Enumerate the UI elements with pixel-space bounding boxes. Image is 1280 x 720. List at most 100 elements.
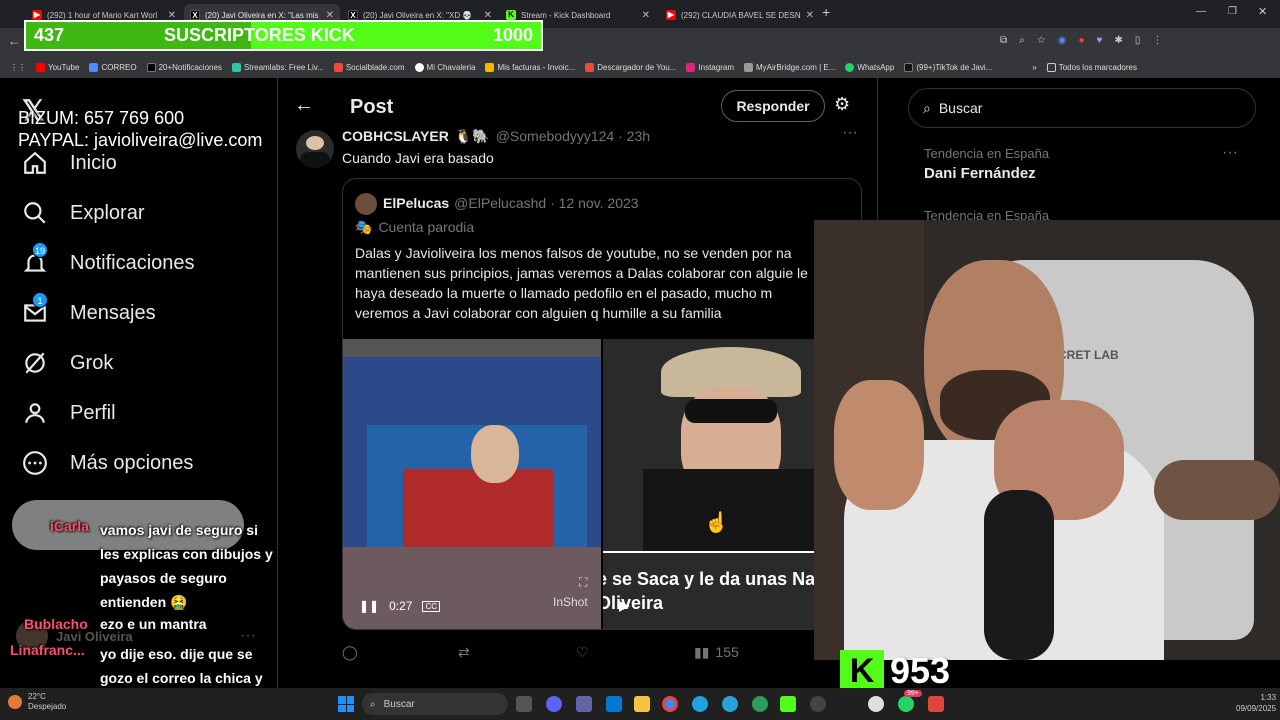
captions-icon[interactable]: CC — [422, 600, 441, 612]
install-icon[interactable]: ⧉ — [1000, 35, 1007, 49]
bookmark-label: CORREO — [101, 62, 137, 72]
nav-item-mensajes[interactable]: 1 Mensajes — [22, 292, 156, 326]
avatar[interactable] — [296, 130, 334, 168]
extension-icon[interactable]: ● — [1078, 35, 1084, 49]
bookmark[interactable]: YouTube — [36, 62, 79, 72]
file-explorer-icon[interactable] — [634, 696, 650, 712]
repost-icon[interactable]: ⇄ — [458, 644, 470, 661]
settings-sliders-icon[interactable]: ⚙ — [834, 94, 850, 115]
bookmark[interactable]: Mi Chavaleria — [414, 62, 475, 72]
bookmark[interactable]: MyAirBridge.com | E... — [743, 62, 835, 72]
bookmark[interactable]: Mis facturas - Invoic... — [485, 62, 575, 72]
extensions-icon[interactable]: ✱ — [1114, 35, 1122, 49]
bookmark[interactable]: CORREO — [89, 62, 137, 72]
reply-button[interactable]: Responder — [721, 90, 825, 122]
close-icon[interactable]: ✕ — [806, 10, 814, 21]
bookmark[interactable]: Streamlabs: Free Liv... — [231, 62, 324, 72]
task-view-icon[interactable] — [516, 696, 532, 712]
trend-item[interactable]: Tendencia en España Dani Fernández — [924, 146, 1244, 182]
bookmark[interactable]: WhatsApp — [845, 62, 894, 72]
more-icon[interactable]: ··· — [842, 124, 858, 142]
close-icon[interactable]: ✕ — [168, 10, 176, 21]
x-icon: X — [190, 10, 200, 20]
person-icon — [22, 400, 48, 426]
sidebar-icon[interactable]: ▯ — [1135, 35, 1141, 49]
telegram-icon[interactable] — [722, 696, 738, 712]
extension-icon[interactable]: ♥ — [1097, 35, 1103, 49]
app-icon[interactable] — [868, 696, 884, 712]
grok-icon — [22, 350, 48, 376]
weather-widget[interactable]: 22°C Despejado — [8, 692, 66, 712]
whatsapp-icon[interactable] — [898, 696, 914, 712]
weather-temp: 22°C — [28, 692, 46, 701]
more-icon[interactable]: ··· — [1222, 144, 1238, 162]
taskbar-clock[interactable]: 1:33 09/09/2025 — [1236, 692, 1276, 714]
windows-start-icon[interactable] — [338, 696, 354, 712]
tab-label: Stream - Kick Dashboard — [521, 10, 611, 20]
search-box[interactable]: ⌕ Buscar — [908, 88, 1256, 128]
extension-icon[interactable]: ◉ — [1058, 35, 1067, 49]
tab-label: (20) Javi Oliveira en X: "XD 💀 — [363, 10, 473, 20]
mask-icon: 🎭 — [355, 219, 373, 235]
post-header: ← Post Responder ⚙ — [278, 78, 878, 133]
obs-icon[interactable] — [810, 696, 826, 712]
browser-tab[interactable]: ▶ (292) CLAUDIA BAVEL SE DESN ✕ — [660, 4, 816, 26]
nav-item-explorar[interactable]: Explorar — [22, 200, 144, 226]
fullscreen-icon[interactable]: ⛶ — [579, 575, 587, 590]
close-icon[interactable]: ✕ — [326, 10, 334, 21]
app-icon[interactable] — [928, 696, 944, 712]
views-stat[interactable]: ▮▮ 155 — [694, 644, 739, 661]
pause-icon[interactable]: ❚❚ — [359, 599, 379, 613]
emoji-icon: 🐧🐘 — [454, 128, 490, 144]
nav-item-mas-opciones[interactable]: Más opciones — [22, 450, 193, 476]
nav-item-notificaciones[interactable]: 19 Notificaciones — [22, 242, 195, 276]
subscriber-goal-bar: 437 SUSCRIPTORES KICK 1000 — [24, 20, 543, 51]
nav-item-perfil[interactable]: Perfil — [22, 400, 116, 426]
more-bookmarks-icon[interactable]: » — [1032, 63, 1036, 72]
video-person-face — [471, 425, 519, 483]
close-icon[interactable]: ✕ — [642, 10, 650, 21]
browser-icon[interactable] — [752, 696, 768, 712]
menu-icon[interactable]: ⋮ — [1152, 35, 1162, 49]
taskbar-search[interactable]: ⌕ Buscar — [362, 693, 508, 715]
nav-item-grok[interactable]: Grok — [22, 350, 113, 376]
bookmark[interactable]: Socialblade.com — [333, 62, 405, 72]
kick-icon[interactable] — [780, 696, 796, 712]
star-icon[interactable]: ☆ — [1037, 35, 1046, 49]
like-icon[interactable]: ♡ — [576, 644, 589, 661]
bookmark[interactable]: Instagram — [686, 62, 734, 72]
minimize-icon[interactable]: — — [1196, 6, 1206, 17]
author-name[interactable]: COBHCSLAYER — [342, 128, 449, 145]
bookmarks-bar: ⋮⋮ YouTube CORREO 20+Notificaciones Stre… — [0, 56, 1280, 78]
bookmark[interactable]: Descargador de You... — [585, 62, 676, 72]
bookmark-folder[interactable]: Todos los marcadores — [1046, 62, 1137, 72]
back-icon[interactable]: ← — [8, 34, 20, 48]
post-actions: ◯ ⇄ ♡ ▮▮ 155 — [342, 644, 822, 664]
views-icon: ▮▮ — [694, 644, 710, 660]
maximize-icon[interactable]: ❐ — [1228, 6, 1237, 17]
quoted-post[interactable]: ElPelucas @ElPelucashd · 12 nov. 2023 🎭 … — [342, 178, 862, 630]
apps-icon[interactable]: ⋮⋮ — [10, 63, 26, 72]
video-thumbnail[interactable] — [343, 339, 601, 629]
play-icon[interactable]: ▶ — [619, 597, 630, 614]
bookmark[interactable]: (99+)TikTok de Javi... — [904, 62, 992, 72]
nav-item-inicio[interactable]: Inicio — [22, 150, 117, 176]
edge-icon[interactable] — [692, 696, 708, 712]
whatsapp-icon — [845, 62, 855, 72]
clock-date: 09/09/2025 — [1236, 704, 1277, 713]
bookmark[interactable]: 20+Notificaciones — [146, 62, 222, 72]
chrome-icon[interactable] — [662, 696, 678, 712]
webcam-arm — [1154, 460, 1280, 520]
back-arrow-icon[interactable]: ← — [294, 94, 314, 117]
window-close-icon[interactable]: ✕ — [1258, 5, 1267, 18]
outlook-icon[interactable] — [606, 696, 622, 712]
teams-icon[interactable] — [576, 696, 592, 712]
search-input[interactable]: Buscar — [939, 100, 983, 116]
reply-icon[interactable]: ◯ — [342, 644, 358, 661]
discord-icon[interactable] — [546, 696, 562, 712]
subscriber-goal: 1000 — [492, 25, 533, 45]
subscriber-count: 437 — [34, 25, 65, 45]
zoom-icon[interactable]: ⌕ — [1019, 35, 1025, 49]
new-tab-icon[interactable]: + — [822, 4, 830, 20]
close-icon[interactable]: ✕ — [484, 10, 492, 21]
